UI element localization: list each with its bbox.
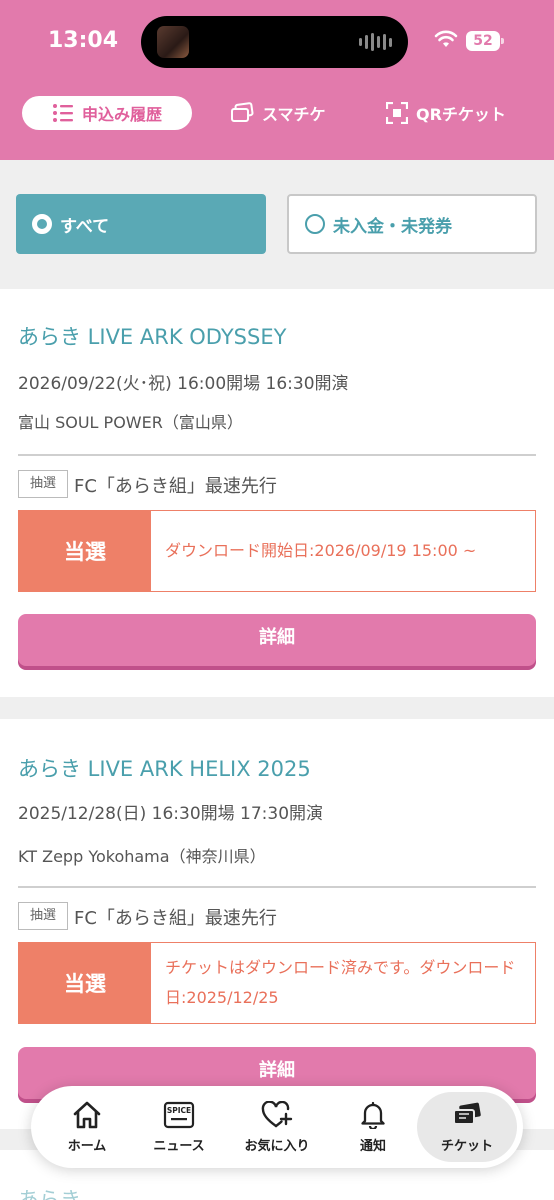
divider — [18, 886, 536, 888]
nav-label: ニュース — [153, 1138, 205, 1154]
tab-application-history[interactable]: 申込み履歴 — [22, 96, 192, 130]
bottom-navigation: ホーム SPICE ニュース お気に入り 通知 チケット — [31, 1086, 523, 1168]
result-box: 当選 ダウンロード開始日:2026/09/19 15:00 ~ — [18, 510, 536, 592]
heart-plus-icon — [261, 1100, 293, 1127]
divider — [18, 454, 536, 456]
event-title: あらき — [18, 1188, 81, 1200]
tab-qr-ticket[interactable]: QRチケット — [386, 96, 506, 130]
tab-label: スマチケ — [262, 105, 326, 124]
tab-smart-ticket[interactable]: スマチケ — [230, 96, 326, 130]
app-header: 13:04 52 申込み履歴 スマチケ QRチケット — [0, 0, 554, 160]
nav-label: ホーム — [67, 1138, 107, 1154]
application-card: あらき LIVE ARK HELIX 2025 2025/12/28(日) 16… — [0, 719, 554, 1129]
nav-notifications[interactable]: 通知 — [331, 1086, 415, 1168]
event-venue: 富山 SOUL POWER（富山県） — [18, 413, 243, 432]
dynamic-island — [141, 16, 408, 68]
event-venue: KT Zepp Yokohama（神奈川県） — [18, 847, 266, 866]
event-title: あらき LIVE ARK ODYSSEY — [18, 325, 287, 349]
nav-home[interactable]: ホーム — [45, 1086, 129, 1168]
home-icon — [73, 1101, 101, 1128]
audio-wave-icon — [359, 33, 392, 51]
event-datetime: 2026/09/22(火･祝) 16:00開場 16:30開演 — [18, 374, 349, 394]
now-playing-artwork — [157, 26, 189, 58]
nav-label: チケット — [440, 1138, 493, 1154]
radio-selected-icon — [32, 214, 52, 234]
filter-unpaid-button[interactable]: 未入金・未発券 — [287, 194, 537, 254]
qr-scan-icon — [386, 102, 408, 124]
ticket-icon — [453, 1102, 481, 1125]
nav-news[interactable]: SPICE ニュース — [137, 1086, 221, 1168]
result-status: 当選 — [19, 511, 151, 591]
bell-icon — [361, 1101, 385, 1129]
result-status: 当選 — [19, 943, 151, 1023]
list-icon — [52, 104, 73, 122]
event-datetime: 2025/12/28(日) 16:30開場 17:30開演 — [18, 804, 324, 824]
nav-ticket[interactable]: チケット — [417, 1092, 517, 1162]
nav-favorites[interactable]: お気に入り — [229, 1086, 325, 1168]
lottery-name: FC「あらき組」最速先行 — [74, 908, 277, 929]
status-time: 13:04 — [48, 28, 119, 53]
lottery-name: FC「あらき組」最速先行 — [74, 476, 277, 497]
filter-all-button[interactable]: すべて — [16, 194, 266, 254]
detail-button[interactable]: 詳細 — [18, 614, 536, 666]
spice-news-icon: SPICE — [163, 1101, 195, 1128]
result-box: 当選 チケットはダウンロード済みです。ダウンロード日:2025/12/25 — [18, 942, 536, 1024]
application-card: あらき LIVE ARK ODYSSEY 2026/09/22(火･祝) 16:… — [0, 289, 554, 697]
spice-logo-text: SPICE — [167, 1106, 191, 1115]
filter-label: すべて — [60, 216, 110, 237]
lottery-tag: 抽選 — [18, 470, 68, 498]
wifi-icon — [434, 30, 458, 47]
tab-label: QRチケット — [416, 105, 506, 124]
nav-label: お気に入り — [244, 1138, 310, 1154]
filter-label: 未入金・未発券 — [333, 216, 452, 237]
radio-unselected-icon — [305, 214, 325, 234]
result-message: ダウンロード開始日:2026/09/19 15:00 ~ — [165, 541, 477, 560]
nav-label: 通知 — [359, 1138, 386, 1154]
result-message: チケットはダウンロード済みです。ダウンロード日:2025/12/25 — [165, 958, 516, 1007]
tab-label: 申込み履歴 — [81, 105, 162, 124]
battery-indicator: 52 — [466, 31, 504, 51]
event-title: あらき LIVE ARK HELIX 2025 — [18, 757, 311, 781]
tickets-icon — [231, 102, 254, 122]
lottery-tag: 抽選 — [18, 902, 68, 930]
